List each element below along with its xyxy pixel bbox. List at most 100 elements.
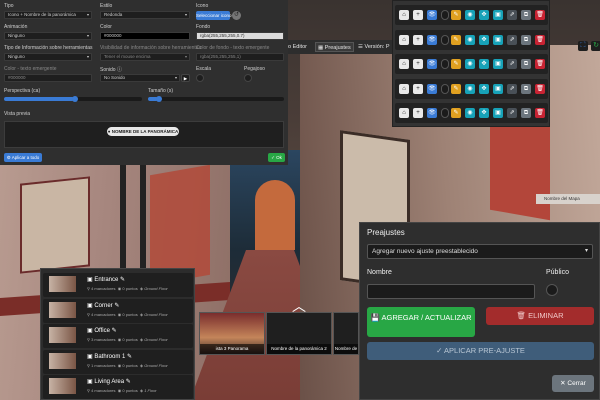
- eye-icon[interactable]: 👁: [427, 10, 437, 20]
- version-selector[interactable]: ☰ Versión: P: [358, 42, 390, 52]
- hotspot-row[interactable]: ⌂ + 👁 ✎ ◉ ✥ ▣ ⇗ ⧉ 🗑: [395, 5, 548, 25]
- style-icon[interactable]: ◉: [465, 59, 475, 70]
- pencil-icon[interactable]: ✎: [127, 354, 132, 360]
- animacion-select[interactable]: Ninguno ▾: [4, 32, 92, 40]
- pencil-icon[interactable]: ✎: [120, 277, 125, 283]
- reset-icon[interactable]: ↺: [232, 11, 241, 20]
- hotspot-row[interactable]: ⌂ + 👁 ✎ ◉ ✥ ▣ ⇗ ⧉ 🗑: [395, 103, 548, 124]
- color-texto-input[interactable]: #000000: [4, 74, 92, 82]
- eye-icon[interactable]: 👁: [427, 108, 437, 119]
- delete-icon[interactable]: 🗑: [535, 83, 545, 94]
- toggle-pill-icon[interactable]: [441, 108, 449, 119]
- move-icon[interactable]: ✥: [479, 59, 489, 70]
- estilo-select[interactable]: Redonda ▾: [100, 11, 190, 19]
- plus-icon[interactable]: +: [413, 59, 423, 70]
- fullscreen-icon[interactable]: ⛶: [578, 41, 588, 51]
- image-icon[interactable]: ▣: [493, 10, 503, 20]
- external-link-icon[interactable]: ⇗: [507, 59, 517, 70]
- image-icon[interactable]: ▣: [493, 34, 503, 45]
- pencil-icon[interactable]: ✎: [114, 303, 119, 309]
- external-link-icon[interactable]: ⇗: [507, 108, 517, 119]
- close-button[interactable]: ✕ Cerrar: [552, 375, 594, 392]
- move-icon[interactable]: ✥: [479, 10, 489, 20]
- scene-list-item[interactable]: ▣ Corner ✎ ⚲ 4 marcadores ◉ 0 puntos ◈ Gr…: [43, 298, 193, 323]
- preajustes-button[interactable]: ▦ Preajustes: [315, 42, 354, 52]
- plus-icon[interactable]: +: [413, 83, 423, 94]
- scene-list-item[interactable]: ▣ Entrance ✎ ⚲ 4 marcadores ◉ 0 puntos ◈ …: [43, 273, 193, 297]
- move-icon[interactable]: ✥: [479, 83, 489, 94]
- slider-knob[interactable]: [72, 96, 78, 102]
- eye-icon[interactable]: 👁: [427, 34, 437, 45]
- delete-icon[interactable]: 🗑: [535, 108, 545, 119]
- toggle-pill-icon[interactable]: [441, 59, 449, 70]
- tipo-info-select[interactable]: Ninguno ▾: [4, 53, 92, 61]
- pegajoso-toggle[interactable]: [244, 74, 252, 82]
- eye-icon[interactable]: 👁: [427, 59, 437, 70]
- delete-icon[interactable]: 🗑: [535, 34, 545, 45]
- edit-icon[interactable]: ✎: [451, 34, 461, 45]
- move-icon[interactable]: ✥: [479, 108, 489, 119]
- tipo-select[interactable]: Icono + Nombre de la panorámica ▾: [4, 11, 92, 19]
- toggle-pill-icon[interactable]: [441, 83, 449, 94]
- tamano-slider[interactable]: [148, 96, 284, 102]
- delete-icon[interactable]: 🗑: [535, 10, 545, 20]
- copy-icon[interactable]: ⧉: [521, 34, 531, 45]
- hotspot-row[interactable]: ⌂ + 👁 ✎ ◉ ✥ ▣ ⇗ ⧉ 🗑: [395, 78, 548, 99]
- refresh-icon[interactable]: ↻: [591, 41, 600, 51]
- home-icon[interactable]: ⌂: [399, 59, 409, 70]
- copy-icon[interactable]: ⧉: [521, 59, 531, 70]
- visibilidad-select[interactable]: Tener el mouse encima ▾: [100, 53, 190, 61]
- preset-select[interactable]: Agregar nuevo ajuste preestablecido ▾: [367, 244, 593, 259]
- image-icon[interactable]: ▣: [493, 108, 503, 119]
- ok-button[interactable]: ✓ Ok: [268, 153, 285, 162]
- scene-list-item[interactable]: ▣ Living Area ✎ ⚲ 4 marcadores ◉ 0 puntos…: [43, 375, 193, 399]
- style-icon[interactable]: ◉: [465, 34, 475, 45]
- panorama-thumbnail[interactable]: ista 3 Panorama: [199, 312, 265, 355]
- color-fondo-input[interactable]: rgba(255,255,255,1): [196, 53, 284, 61]
- plus-icon[interactable]: +: [413, 34, 423, 45]
- copy-icon[interactable]: ⧉: [521, 108, 531, 119]
- hotspot-row[interactable]: ⌂ + 👁 ✎ ◉ ✥ ▣ ⇗ ⧉ 🗑: [395, 54, 548, 75]
- add-update-button[interactable]: 💾 AGREGAR / ACTUALIZAR: [367, 307, 475, 337]
- apply-all-button[interactable]: ⚙ Aplicar a todo: [4, 153, 42, 162]
- scene-list-item[interactable]: ▣ Office ✎ ⚲ 3 marcadores ◉ 0 puntos ◈ Gr…: [43, 324, 193, 348]
- home-icon[interactable]: ⌂: [399, 83, 409, 94]
- edit-icon[interactable]: ✎: [451, 83, 461, 94]
- external-link-icon[interactable]: ⇗: [507, 83, 517, 94]
- copy-icon[interactable]: ⧉: [521, 10, 531, 20]
- toggle-pill-icon[interactable]: [441, 34, 449, 45]
- color-input[interactable]: #000000: [100, 32, 190, 40]
- panorama-thumbnail[interactable]: Nombre de: [333, 312, 359, 355]
- style-icon[interactable]: ◉: [465, 10, 475, 20]
- slider-knob[interactable]: [156, 96, 162, 102]
- hotspot-row[interactable]: ⌂ + 👁 ✎ ◉ ✥ ▣ ⇗ ⧉ 🗑: [395, 29, 548, 50]
- toggle-pill-icon[interactable]: [441, 10, 449, 20]
- image-icon[interactable]: ▣: [493, 83, 503, 94]
- eye-icon[interactable]: 👁: [427, 83, 437, 94]
- delete-icon[interactable]: 🗑: [535, 59, 545, 70]
- home-icon[interactable]: ⌂: [399, 108, 409, 119]
- external-link-icon[interactable]: ⇗: [507, 34, 517, 45]
- home-icon[interactable]: ⌂: [399, 34, 409, 45]
- select-icon-button[interactable]: Seleccionar icono: [196, 11, 232, 20]
- panorama-thumbnail[interactable]: Nombre de la panorámica 2: [266, 312, 332, 355]
- fondo-input[interactable]: rgba(255,255,255,0.7): [196, 32, 284, 40]
- edit-icon[interactable]: ✎: [451, 59, 461, 70]
- escala-toggle[interactable]: [196, 74, 204, 82]
- perspectiva-slider[interactable]: [4, 96, 142, 102]
- pencil-icon[interactable]: ✎: [126, 379, 131, 385]
- sonido-select[interactable]: No Sonido ▾: [100, 74, 180, 82]
- delete-button[interactable]: 🗑 ELIMINAR: [486, 307, 594, 325]
- style-icon[interactable]: ◉: [465, 108, 475, 119]
- copy-icon[interactable]: ⧉: [521, 83, 531, 94]
- image-icon[interactable]: ▣: [493, 59, 503, 70]
- map-name-label[interactable]: Nombre del Mapa: [536, 194, 600, 204]
- style-icon[interactable]: ◉: [465, 83, 475, 94]
- home-icon[interactable]: ⌂: [399, 10, 409, 20]
- play-sound-icon[interactable]: ▶: [181, 74, 190, 82]
- external-link-icon[interactable]: ⇗: [507, 10, 517, 20]
- editor-link[interactable]: o Editor: [288, 42, 307, 52]
- move-icon[interactable]: ✥: [479, 34, 489, 45]
- edit-icon[interactable]: ✎: [451, 10, 461, 20]
- public-toggle[interactable]: [546, 284, 558, 296]
